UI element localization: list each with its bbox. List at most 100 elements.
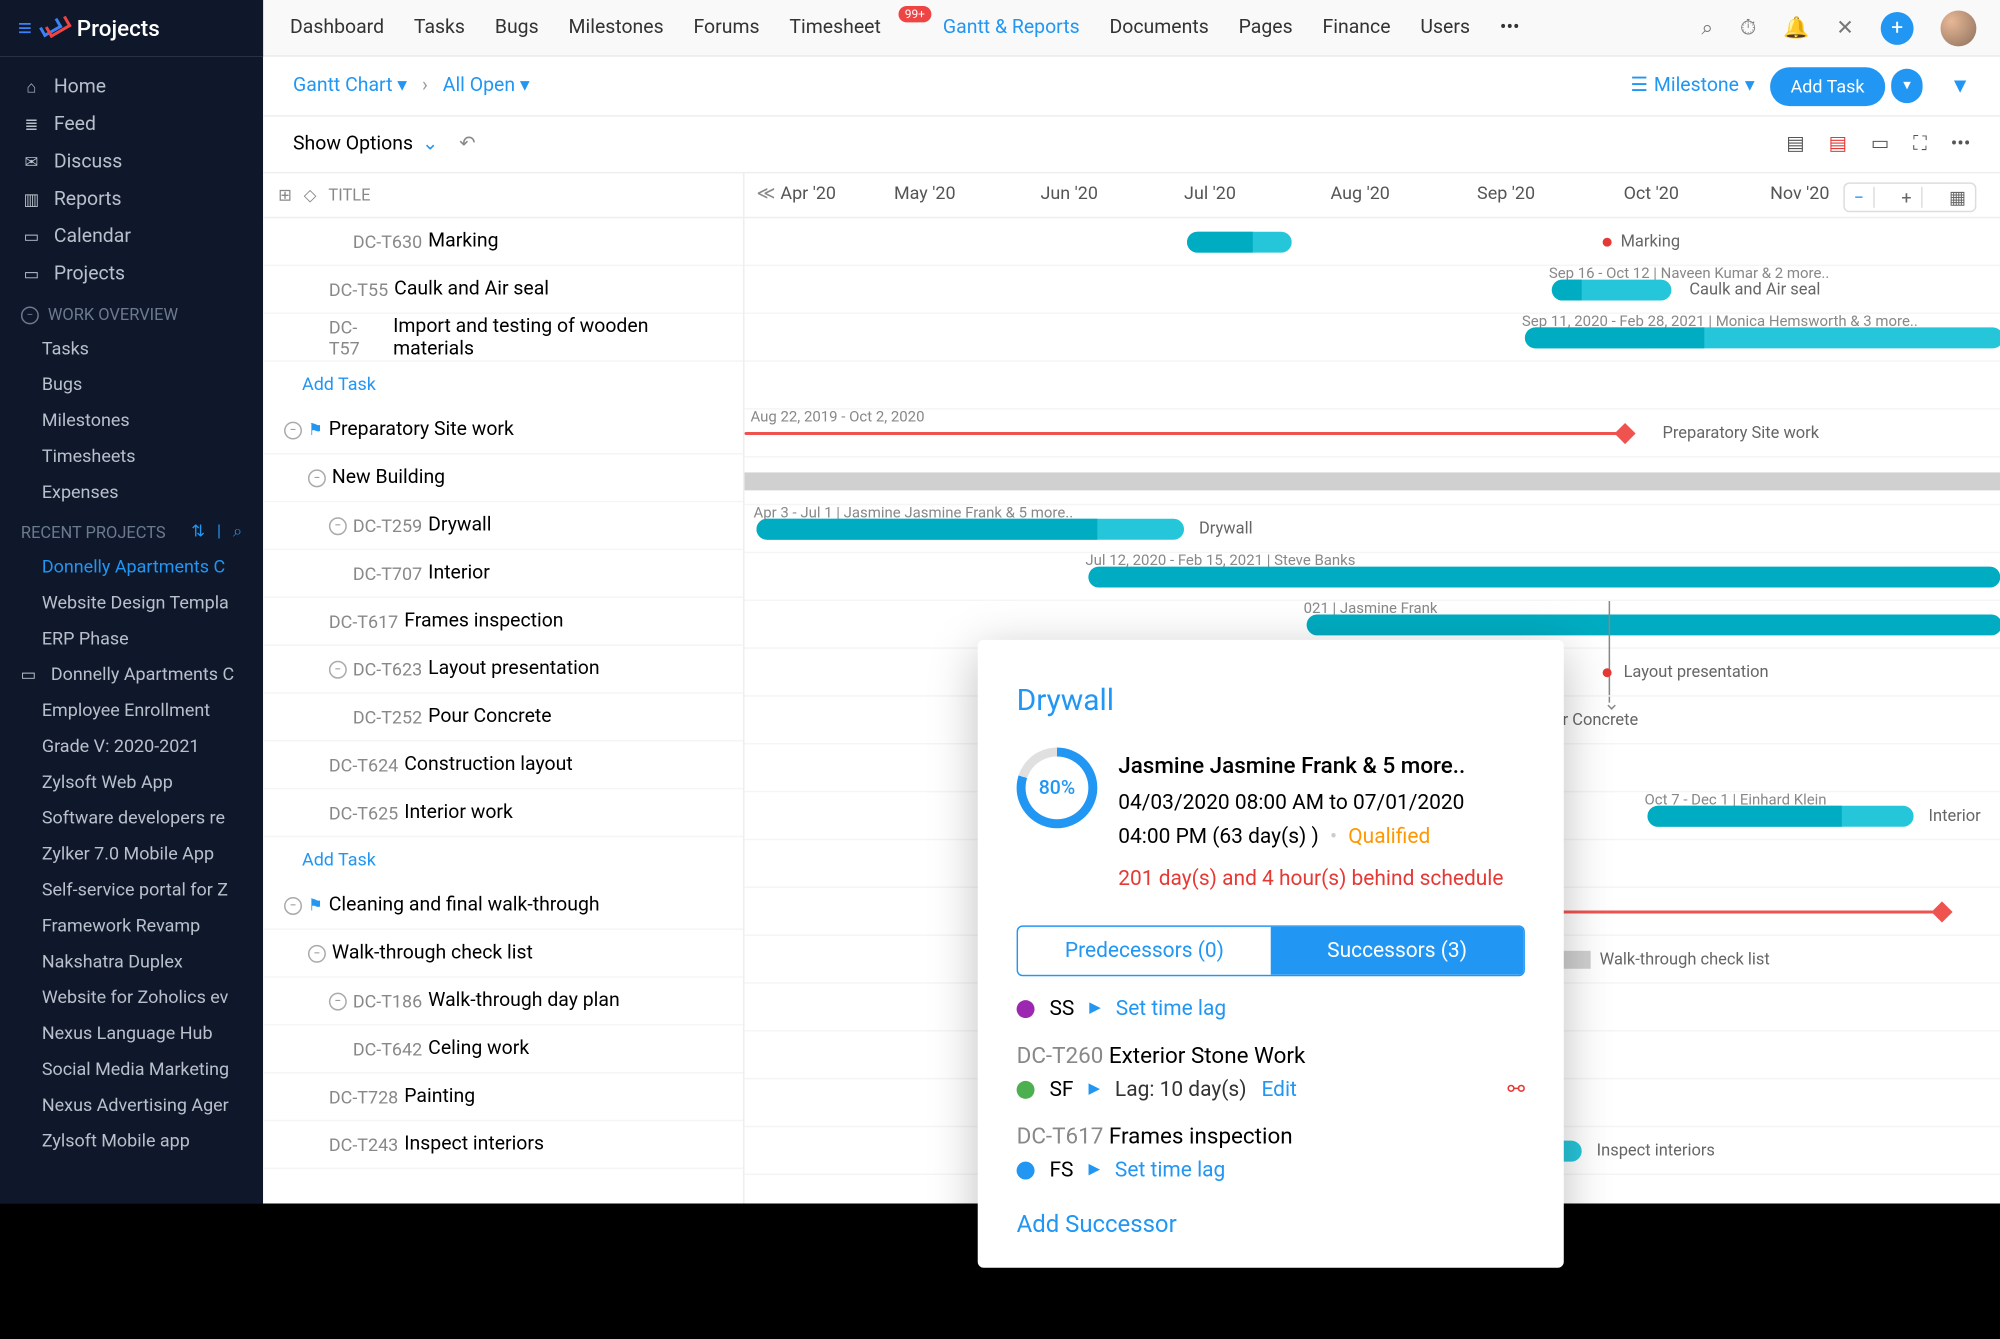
project-7[interactable]: Software developers re [0,800,263,836]
nav-bugs[interactable]: Bugs [495,16,539,38]
settings-icon[interactable]: ⇅ [191,522,205,543]
task-row[interactable]: − DC-T186 Walk-through day plan [263,978,743,1026]
sidebar-item-calendar[interactable]: ▭Calendar [0,218,263,255]
expand-icon[interactable]: − [329,660,347,678]
sidebar-item-tasks[interactable]: Tasks [0,330,263,366]
task-row[interactable]: DC-T624 Construction layout [263,742,743,790]
task-row[interactable]: DC-T243 Inspect interiors [263,1121,743,1169]
task-row[interactable]: DC-T630 Marking [263,218,743,266]
user-avatar[interactable] [1941,10,1977,46]
project-16[interactable]: Zylsoft Mobile app [0,1123,263,1159]
sidebar-item-timesheets[interactable]: Timesheets [0,438,263,474]
task-row[interactable]: − ⚑ Cleaning and final walk-through [263,882,743,930]
timer-icon[interactable]: ⏱ [1740,16,1756,40]
project-13[interactable]: Nexus Language Hub [0,1015,263,1051]
project-10[interactable]: Framework Revamp [0,907,263,943]
nav-ganttreports[interactable]: Gantt & Reports [943,16,1080,38]
bar-marking[interactable] [1187,232,1292,253]
nav-documents[interactable]: Documents [1110,16,1209,38]
project-5[interactable]: Grade V: 2020-2021 [0,728,263,764]
bar-interior[interactable] [1088,567,2000,588]
work-overview-header[interactable]: − WORK OVERVIEW [0,293,263,330]
nav-pages[interactable]: Pages [1239,16,1293,38]
project-11[interactable]: Nakshatra Duplex [0,943,263,979]
task-row[interactable]: DC-T617 Frames inspection [263,598,743,646]
zoom-fit-button[interactable]: ▦ [1940,187,1975,208]
breadcrumb-gantt[interactable]: Gantt Chart ▾ [293,75,407,97]
nav-[interactable]: ••• [1500,16,1520,38]
nav-users[interactable]: Users [1420,16,1470,38]
expand-icon[interactable]: − [308,469,326,487]
task-row[interactable]: DC-T625 Interior work [263,789,743,837]
calendar-icon[interactable]: ▭ [1871,133,1889,155]
task-row[interactable]: DC-T252 Pour Concrete [263,694,743,742]
milestone-selector[interactable]: ☰ Milestone ▾ [1630,75,1754,97]
filter-icon[interactable]: ▼ [1950,73,1971,98]
add-task-dropdown[interactable]: ▾ [1891,69,1922,103]
add-task-link[interactable]: Add Task [263,837,743,882]
project-15[interactable]: Nexus Advertising Ager [0,1087,263,1123]
tools-icon[interactable]: ✕ [1836,16,1854,40]
nav-tasks[interactable]: Tasks [414,16,465,38]
sidebar-item-projects[interactable]: ▭Projects [0,256,263,293]
project-9[interactable]: Self-service portal for Z [0,872,263,908]
lag-action[interactable]: Edit [1261,1078,1296,1102]
chain-icon[interactable]: ⚯ [1507,1078,1525,1102]
scroll-left-icon[interactable]: ≪ [756,182,775,203]
menu-icon[interactable]: ≡ [18,13,32,43]
project-2[interactable]: ERP Phase [0,620,263,656]
sort-icon[interactable]: ◇ [304,185,317,204]
show-options-toggle[interactable]: Show Options ⌄ [293,133,438,155]
lag-action[interactable]: Set time lag [1115,1158,1225,1182]
task-row[interactable]: DC-T707 Interior [263,550,743,598]
nav-dashboard[interactable]: Dashboard [290,16,384,38]
task-row[interactable]: − DC-T259 Drywall [263,502,743,550]
project-14[interactable]: Social Media Marketing [0,1051,263,1087]
search-projects-icon[interactable]: ⌕ [233,522,242,543]
project-12[interactable]: Website for Zoholics ev [0,979,263,1015]
more-icon[interactable]: ••• [1951,133,1971,155]
add-task-link[interactable]: Add Task [263,362,743,407]
bar-frames[interactable] [1307,614,2000,635]
add-button[interactable]: + [1881,11,1914,44]
tab-successors[interactable]: Successors (3) [1271,927,1524,975]
task-row[interactable]: DC-T55 Caulk and Air seal [263,266,743,314]
task-row[interactable]: − DC-T623 Layout presentation [263,646,743,694]
critical-path-icon[interactable]: ▤ [1829,133,1847,155]
fullscreen-icon[interactable]: ⛶ [1913,133,1927,155]
hierarchy-icon[interactable]: ⊞ [278,185,292,204]
milestone-line-prep[interactable] [745,432,1624,435]
add-task-button[interactable]: Add Task [1770,67,1886,106]
project-8[interactable]: Zylker 7.0 Mobile App [0,836,263,872]
bar-intwork[interactable] [1647,806,1913,827]
nav-milestones[interactable]: Milestones [569,16,664,38]
sidebar-item-feed[interactable]: ≣Feed [0,106,263,143]
expand-icon[interactable]: − [284,896,302,914]
project-3[interactable]: ▭Donnelly Apartments C [0,656,263,692]
search-icon[interactable]: ⌕ [1701,16,1713,40]
sidebar-item-expenses[interactable]: Expenses [0,474,263,510]
project-0[interactable]: Donnelly Apartments C [0,549,263,585]
project-6[interactable]: Zylsoft Web App [0,764,263,800]
lag-action[interactable]: Set time lag [1116,997,1226,1021]
project-1[interactable]: Website Design Templa [0,585,263,621]
sidebar-item-discuss[interactable]: ✉Discuss [0,144,263,181]
task-row[interactable]: DC-T57 Import and testing of wooden mate… [263,314,743,362]
task-row[interactable]: DC-T728 Painting [263,1073,743,1121]
sidebar-item-milestones[interactable]: Milestones [0,402,263,438]
group-bar-newbuilding[interactable] [745,472,2000,490]
zoom-out-button[interactable]: − [1845,187,1873,208]
sidebar-item-home[interactable]: ⌂Home [0,69,263,106]
bell-icon[interactable]: 🔔 [1783,16,1809,40]
add-successor-link[interactable]: Add Successor [1017,1209,1525,1237]
task-row[interactable]: − Walk-through check list [263,930,743,978]
sidebar-item-reports[interactable]: ▥Reports [0,181,263,218]
undo-icon[interactable]: ↶ [459,133,475,155]
view-icon-1[interactable]: ▤ [1786,133,1804,155]
zoom-in-button[interactable]: + [1892,187,1920,208]
sidebar-item-bugs[interactable]: Bugs [0,366,263,402]
breadcrumb-filter[interactable]: All Open ▾ [443,75,530,97]
project-4[interactable]: Employee Enrollment [0,692,263,728]
tab-predecessors[interactable]: Predecessors (0) [1018,927,1271,975]
bar-drywall[interactable] [756,519,1184,540]
